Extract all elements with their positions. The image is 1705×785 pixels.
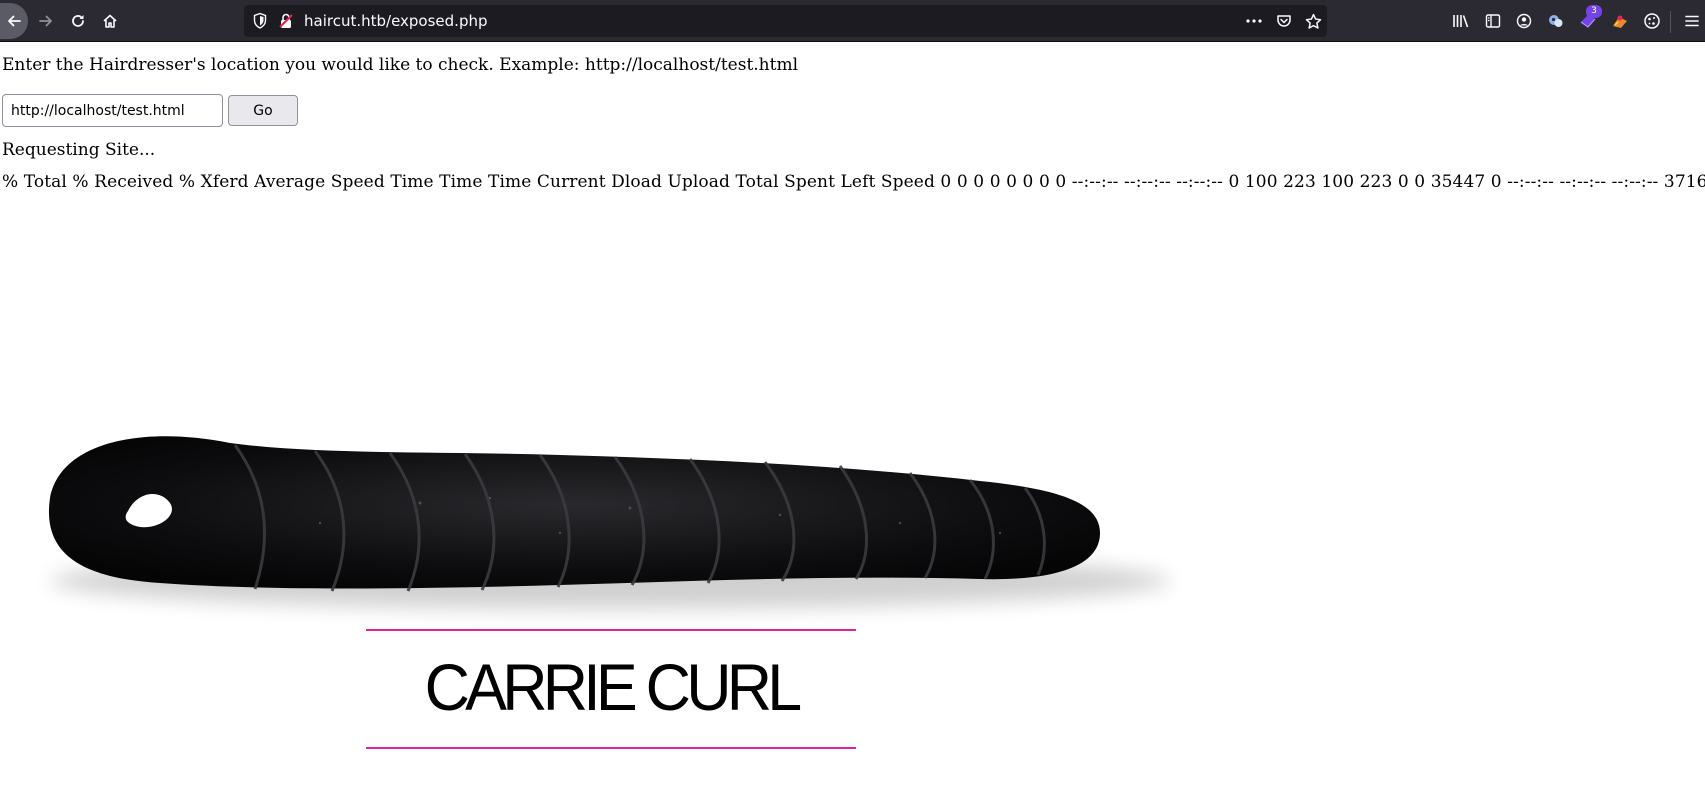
forward-button[interactable] — [30, 5, 62, 37]
url-bar[interactable]: haircut.htb/exposed.php — [244, 5, 1327, 37]
pocket-button[interactable] — [1272, 10, 1296, 32]
menu-button[interactable] — [1680, 9, 1704, 33]
sidebar-icon — [1485, 14, 1501, 28]
brand-rule-top — [366, 629, 856, 631]
instructions-text: Enter the Hairdresser's location you wou… — [2, 55, 799, 75]
bookmark-button[interactable] — [1301, 10, 1325, 32]
account-icon — [1516, 13, 1532, 29]
brand-rule-bottom — [366, 747, 856, 749]
curl-output: % Total % Received % Xferd Average Speed… — [2, 172, 1705, 192]
library-icon — [1453, 15, 1469, 28]
extension-badge: 3 — [1586, 5, 1602, 18]
sidebar-button[interactable] — [1481, 9, 1505, 33]
reload-icon — [72, 15, 84, 27]
reload-button[interactable] — [62, 5, 94, 37]
home-button[interactable] — [94, 5, 126, 37]
extension-button-4[interactable] — [1640, 9, 1664, 33]
browser-toolbar: haircut.htb/exposed.php 3 — [0, 0, 1705, 42]
star-icon — [1305, 13, 1321, 29]
toolbar-separator — [1670, 11, 1671, 33]
cookie-icon — [1644, 13, 1660, 29]
url-input[interactable] — [2, 94, 223, 127]
extension-icon — [1613, 15, 1627, 28]
forward-arrow-icon — [39, 15, 52, 27]
extension-button-1[interactable] — [1544, 9, 1568, 33]
back-arrow-icon — [8, 15, 21, 27]
hamburger-icon — [1685, 15, 1699, 27]
extension-button-3[interactable] — [1608, 9, 1632, 33]
insecure-lock-icon[interactable] — [278, 12, 294, 30]
go-button[interactable]: Go — [228, 95, 298, 126]
home-icon — [103, 14, 117, 28]
shield-icon[interactable] — [252, 12, 268, 30]
library-button[interactable] — [1449, 9, 1473, 33]
back-button[interactable] — [0, 3, 28, 39]
extension-icon — [1549, 15, 1563, 27]
url-text[interactable]: haircut.htb/exposed.php — [304, 11, 488, 31]
more-icon — [1246, 19, 1262, 23]
account-button[interactable] — [1512, 9, 1536, 33]
page-content: Enter the Hairdresser's location you wou… — [0, 43, 1705, 785]
requesting-status: Requesting Site... — [2, 140, 156, 160]
page-actions-button[interactable] — [1242, 10, 1266, 32]
pocket-icon — [1277, 15, 1291, 27]
brand-name: CARRIE CURL — [424, 650, 803, 724]
carrie-curl-product-image — [48, 436, 1170, 609]
